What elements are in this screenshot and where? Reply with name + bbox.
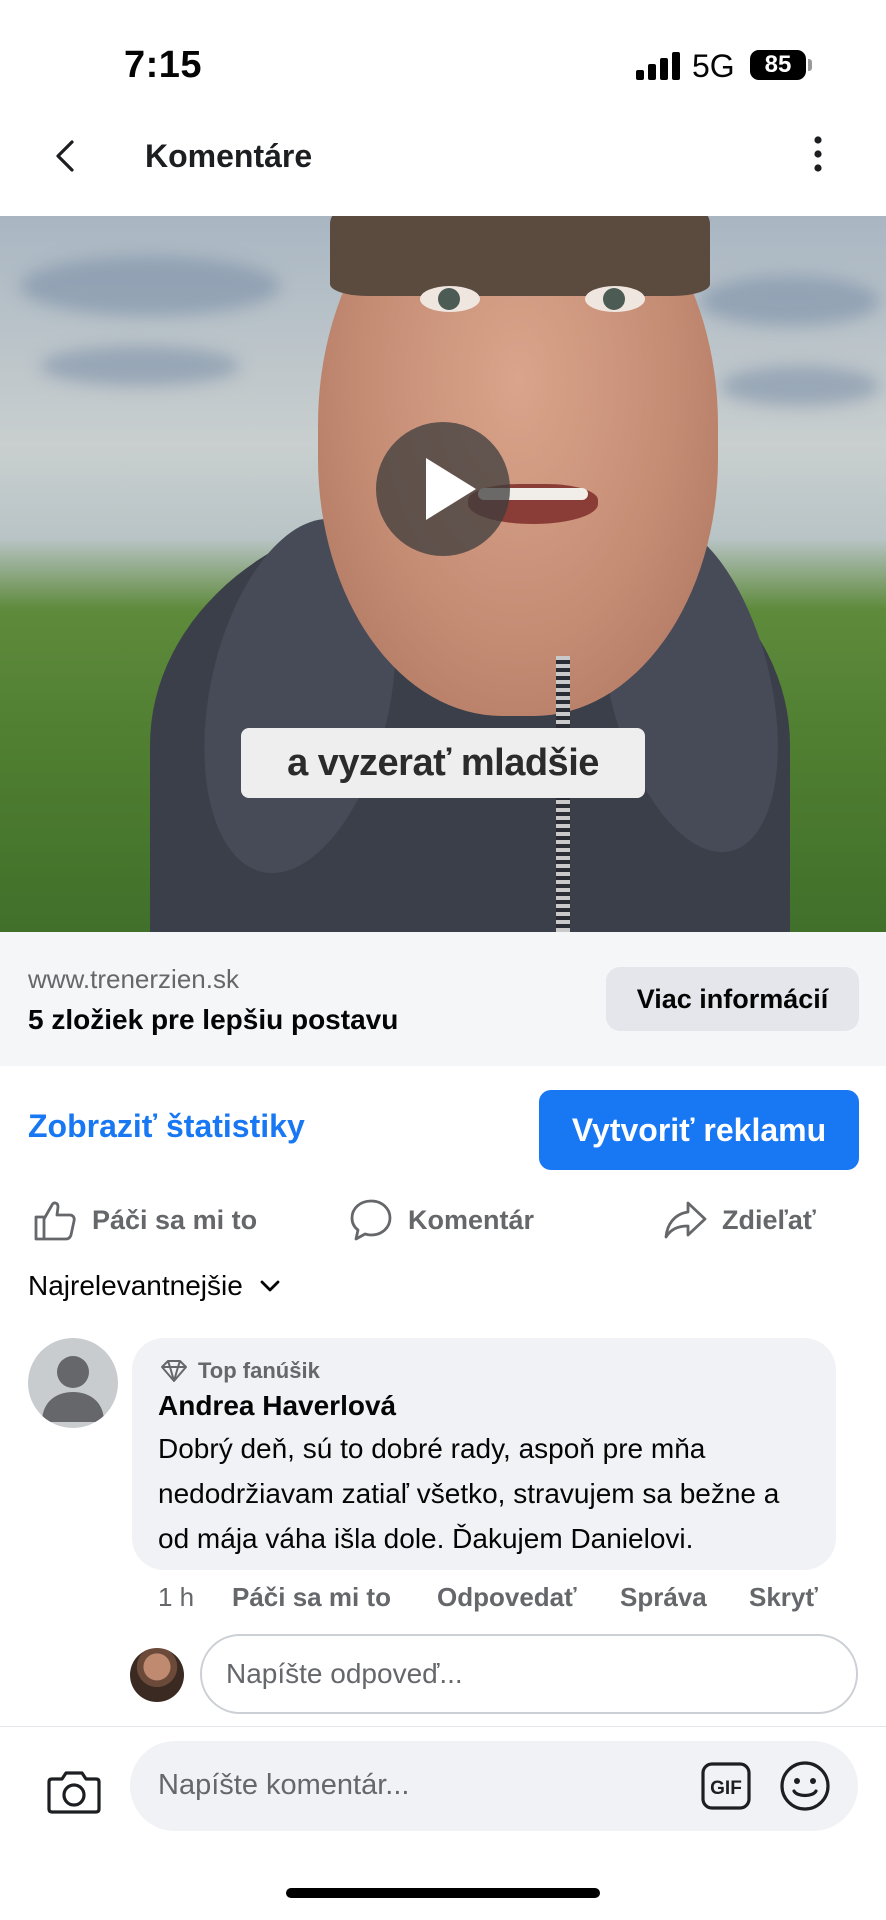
camera-icon[interactable] — [46, 1763, 102, 1819]
comment-placeholder: Napíšte komentár... — [158, 1769, 410, 1801]
comment-button[interactable]: Komentár — [348, 1188, 534, 1252]
current-user-avatar — [130, 1648, 184, 1702]
status-bar: 7:15 5G 85 — [0, 0, 886, 120]
comment-bubble-icon — [350, 1199, 392, 1241]
more-options-icon[interactable] — [800, 134, 836, 174]
status-time: 7:15 — [124, 44, 203, 86]
video-player[interactable]: a vyzerať mladšie — [0, 216, 886, 932]
gif-icon[interactable]: GIF — [700, 1761, 752, 1811]
comment-bubble[interactable]: Top fanúšik Andrea Haverlová Dobrý deň, … — [132, 1338, 836, 1570]
page-title: Komentáre — [145, 138, 313, 174]
sort-label: Najrelevantnejšie — [28, 1270, 243, 1301]
commenter-name[interactable]: Andrea Haverlová — [158, 1390, 396, 1422]
like-label: Páči sa mi to — [92, 1204, 258, 1235]
view-stats-link[interactable]: Zobraziť štatistiky — [28, 1108, 305, 1145]
share-button[interactable]: Zdieľať — [662, 1188, 816, 1252]
page-header: Komentáre — [0, 120, 886, 216]
link-preview[interactable]: www.trenerzien.sk 5 zložiek pre lepšiu p… — [0, 932, 886, 1066]
share-arrow-icon — [664, 1201, 707, 1239]
create-ad-button[interactable]: Vytvoriť reklamu — [539, 1090, 859, 1170]
reply-placeholder: Napíšte odpoveď... — [226, 1658, 463, 1689]
reply-input[interactable]: Napíšte odpoveď... — [200, 1634, 858, 1714]
default-avatar-icon — [42, 1356, 104, 1422]
comment-text: Dobrý deň, sú to dobré rady, aspoň pre m… — [158, 1433, 780, 1554]
more-info-button[interactable]: Viac informácií — [606, 967, 859, 1031]
comment-message-button[interactable]: Správa — [620, 1582, 707, 1613]
comment-reply-button[interactable]: Odpovedať — [437, 1582, 577, 1613]
battery-tip — [808, 59, 812, 71]
comment-hide-button[interactable]: Skryť — [749, 1582, 818, 1613]
chevron-down-icon — [260, 1280, 280, 1292]
like-button[interactable]: Páči sa mi to — [32, 1188, 257, 1252]
commenter-avatar[interactable] — [28, 1338, 118, 1428]
gif-label: GIF — [710, 1778, 742, 1799]
video-caption: a vyzerať mladšie — [241, 728, 645, 798]
thumbs-up-icon — [34, 1201, 76, 1241]
comment-label: Komentár — [408, 1204, 535, 1235]
network-type: 5G — [692, 48, 735, 84]
comment-time: 1 h — [158, 1582, 195, 1612]
comment-meta: 1 h Páči sa mi to Odpovedať Správa Skryť — [0, 1582, 886, 1622]
comment-like-button[interactable]: Páči sa mi to — [232, 1582, 391, 1613]
link-domain: www.trenerzien.sk — [28, 964, 239, 994]
home-indicator — [286, 1888, 600, 1898]
comment-sort-dropdown[interactable]: Najrelevantnejšie — [28, 1270, 283, 1302]
badge-label: Top fanúšik — [198, 1358, 320, 1383]
battery-icon: 85 — [750, 50, 806, 80]
play-button[interactable] — [376, 422, 510, 556]
emoji-icon[interactable] — [778, 1759, 832, 1813]
comment-input[interactable]: Napíšte komentár... GIF — [130, 1741, 858, 1831]
diamond-icon — [161, 1360, 187, 1382]
back-icon[interactable] — [44, 134, 88, 178]
signal-icon — [636, 52, 682, 80]
top-fan-badge: Top fanúšik — [160, 1358, 320, 1384]
share-label: Zdieľať — [722, 1204, 816, 1235]
post-actions: Páči sa mi to Komentár Zdieľať — [0, 1188, 886, 1252]
link-title: 5 zložiek pre lepšiu postavu — [28, 1004, 399, 1035]
